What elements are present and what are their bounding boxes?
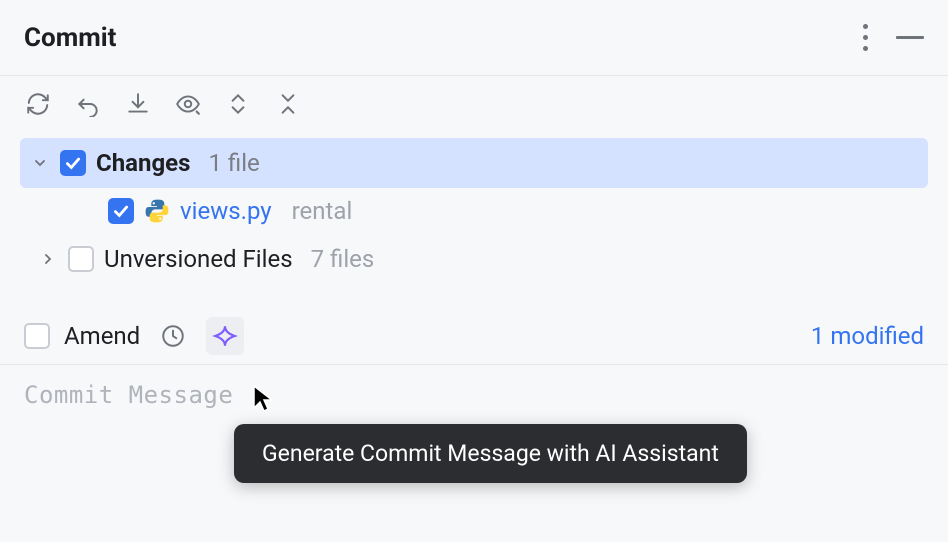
kebab-menu-icon[interactable] [859,20,872,55]
file-path: rental [292,197,353,225]
unversioned-count: 7 files [311,245,375,273]
unversioned-checkbox[interactable] [68,246,94,272]
amend-label: Amend [64,322,140,350]
unversioned-label: Unversioned Files [104,245,293,273]
ai-assistant-icon[interactable] [206,317,244,355]
history-icon[interactable] [154,317,192,355]
modified-count-link[interactable]: 1 modified [811,322,924,350]
revert-icon[interactable] [74,90,102,118]
title-bar: Commit [0,0,948,76]
amend-bar: Amend 1 modified [0,308,948,364]
unversioned-group-header[interactable]: Unversioned Files 7 files [20,236,928,282]
expand-all-icon[interactable] [224,90,252,118]
ai-tooltip: Generate Commit Message with AI Assistan… [234,424,747,483]
file-row[interactable]: views.py rental [20,188,928,234]
changes-label: Changes [96,149,190,177]
chevron-right-icon[interactable] [38,249,58,269]
changes-checkbox[interactable] [60,150,86,176]
refresh-icon[interactable] [24,90,52,118]
stash-icon[interactable] [124,90,152,118]
commit-message-placeholder: Commit Message [24,381,924,409]
toolbar [0,76,948,132]
chevron-down-icon[interactable] [30,153,50,173]
changes-group-header[interactable]: Changes 1 file [20,138,928,188]
eye-icon[interactable] [174,90,202,118]
changes-count: 1 file [208,149,259,177]
minimize-icon[interactable] [896,36,924,39]
title-actions [859,20,924,55]
python-file-icon [144,198,170,224]
panel-title: Commit [24,23,859,53]
file-checkbox[interactable] [108,198,134,224]
changes-panel: Changes 1 file views.py rental Unversion… [0,132,948,290]
collapse-all-icon[interactable] [274,90,302,118]
amend-checkbox[interactable] [24,323,50,349]
file-name: views.py [180,197,272,225]
